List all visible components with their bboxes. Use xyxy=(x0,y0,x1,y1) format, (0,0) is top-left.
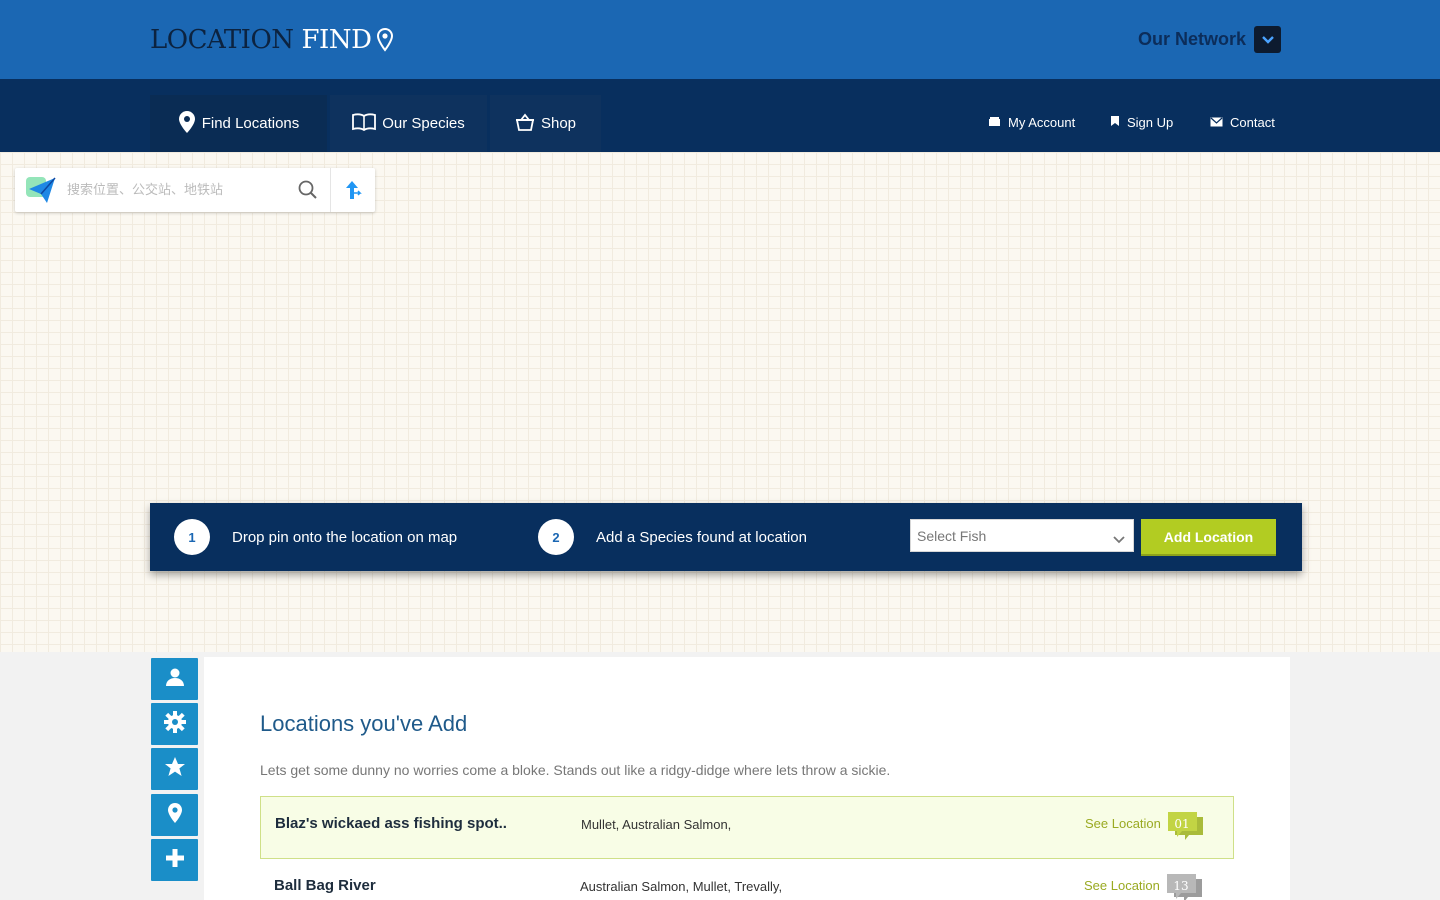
chevron-down-icon xyxy=(1261,31,1274,49)
tab-our-species[interactable]: Our Species xyxy=(330,95,487,152)
book-icon xyxy=(352,112,377,135)
step-1-badge: 1 xyxy=(174,519,210,555)
map-canvas[interactable] xyxy=(0,152,1440,652)
comment-count: 01 xyxy=(1174,817,1190,831)
select-fish-value: Select Fish xyxy=(917,528,987,544)
wallet-icon xyxy=(988,115,1001,130)
step-2-badge: 2 xyxy=(538,519,574,555)
my-account-label: My Account xyxy=(1008,115,1076,130)
chevron-down-icon xyxy=(1113,531,1125,547)
see-location-link[interactable]: See Location xyxy=(1085,816,1161,831)
envelope-icon xyxy=(1210,115,1223,130)
network-dropdown-button[interactable] xyxy=(1254,26,1281,53)
tab-find-locations[interactable]: Find Locations xyxy=(150,95,327,152)
sign-up-label: Sign Up xyxy=(1127,115,1174,130)
step-2-text: Add a Species found at location xyxy=(596,529,807,546)
basket-icon xyxy=(515,113,535,135)
map-search-input[interactable] xyxy=(67,178,297,202)
see-location-link[interactable]: See Location xyxy=(1084,878,1160,893)
section-title: Locations you've Add xyxy=(260,711,468,736)
location-row[interactable]: Blaz's wickaed ass fishing spot.. Mullet… xyxy=(260,796,1234,859)
map-search-box xyxy=(15,168,375,212)
select-fish-dropdown[interactable]: Select Fish xyxy=(910,519,1134,552)
tab-label: Our Species xyxy=(382,115,465,132)
contact-label: Contact xyxy=(1230,115,1275,130)
plus-icon xyxy=(165,848,185,873)
my-account-link[interactable]: My Account xyxy=(988,115,1075,130)
site-logo[interactable]: LOCATION FIND xyxy=(150,24,394,56)
add-location-button[interactable]: Add Location xyxy=(1141,519,1276,554)
comment-count-badge[interactable]: 01 xyxy=(1167,811,1205,843)
search-divider xyxy=(330,168,331,212)
logo-word-find: FIND xyxy=(301,25,372,55)
add-button[interactable] xyxy=(151,839,198,881)
tab-label: Shop xyxy=(540,115,577,132)
step-1-text: Drop pin onto the location on map xyxy=(232,529,458,546)
comment-count-badge[interactable]: 13 xyxy=(1166,873,1204,900)
contact-link[interactable]: Contact xyxy=(1210,115,1275,130)
tab-label: Find Locations xyxy=(201,115,300,132)
section-description: Lets get some dunny no worries come a bl… xyxy=(260,762,891,778)
add-location-bar: 1 Drop pin onto the location on map 2 Ad… xyxy=(150,503,1302,571)
location-row[interactable]: Ball Bag River Australian Salmon, Mullet… xyxy=(260,859,1234,900)
location-species: Australian Salmon, Mullet, Trevally, xyxy=(580,879,783,894)
map-pin-icon xyxy=(167,802,183,829)
map-pin-icon xyxy=(178,110,196,138)
sign-up-link[interactable]: Sign Up xyxy=(1110,115,1173,130)
locations-button[interactable] xyxy=(151,794,198,836)
profile-button[interactable] xyxy=(151,658,198,700)
main-nav: Find Locations Our Species Shop My Accou… xyxy=(0,79,1440,152)
location-species: Mullet, Australian Salmon, xyxy=(581,817,732,832)
logo-word-location: LOCATION xyxy=(150,25,294,55)
location-name[interactable]: Ball Bag River xyxy=(274,877,376,894)
star-icon xyxy=(164,756,186,783)
route-icon[interactable] xyxy=(341,179,363,201)
gear-icon xyxy=(163,710,186,738)
favorites-button[interactable] xyxy=(151,748,198,790)
our-network-link[interactable]: Our Network xyxy=(1138,29,1246,50)
tab-shop[interactable]: Shop xyxy=(490,95,601,152)
top-header: LOCATION FIND Our Network xyxy=(0,0,1440,79)
map-pin-icon xyxy=(377,28,394,52)
location-name[interactable]: Blaz's wickaed ass fishing spot.. xyxy=(275,815,507,832)
user-icon xyxy=(165,667,185,692)
settings-button[interactable] xyxy=(151,703,198,745)
paper-plane-icon xyxy=(25,175,57,205)
comment-count: 13 xyxy=(1173,879,1189,893)
search-icon[interactable] xyxy=(297,179,319,201)
bookmark-icon xyxy=(1110,115,1120,130)
